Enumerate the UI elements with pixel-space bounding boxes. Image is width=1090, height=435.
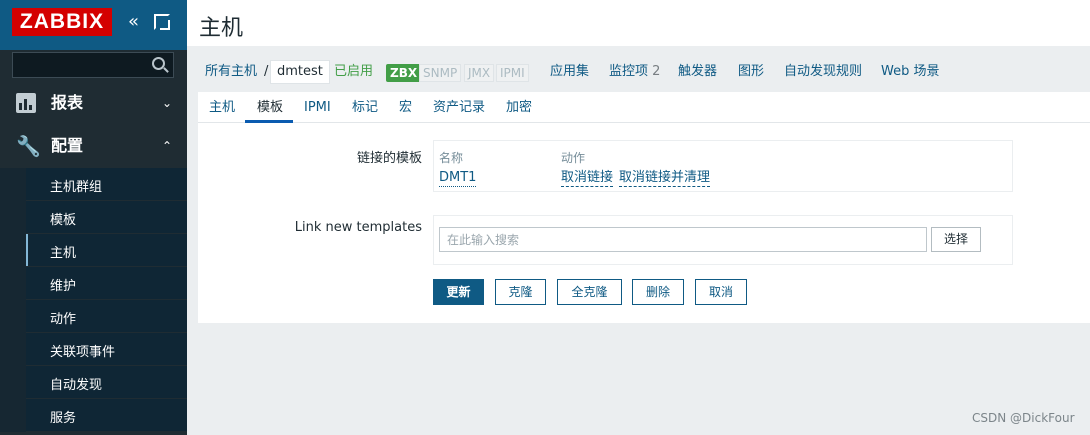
breadcrumb-all-hosts[interactable]: 所有主机	[205, 63, 257, 81]
sidebar-item-label: 关联项事件	[50, 345, 116, 360]
tab-inventory[interactable]: 资产记录	[433, 99, 485, 117]
sidebar-item-services[interactable]: 服务	[0, 399, 187, 432]
column-header-action: 动作	[561, 151, 586, 165]
sidebar-item-label: 动作	[50, 312, 77, 327]
sidebar-item-label: 自动发现	[50, 378, 103, 393]
search-icon[interactable]	[152, 57, 165, 70]
breadcrumb-current-host[interactable]: dmtest	[270, 60, 330, 84]
sidebar-item-event-correlation[interactable]: 关联项事件	[0, 333, 187, 366]
tab-macros[interactable]: 宏	[399, 99, 412, 117]
sidebar-search	[12, 52, 174, 78]
breadcrumb-web-scenarios[interactable]: Web 场景	[881, 63, 939, 81]
tab-host[interactable]: 主机	[209, 99, 235, 117]
sidebar-item-maintenance[interactable]: 维护	[0, 267, 187, 300]
host-tabs: 主机 模板 IPMI 标记 宏 资产记录 加密	[198, 92, 1090, 123]
config-submenu: 主机群组 模板 主机 维护 动作 关联项事件 自动发现 服务	[0, 168, 187, 432]
sidebar: ZABBIX « 报表 ⌄ 🔧 配置 ⌃ 主机群组 模板 主机 维护 动作 关联…	[0, 0, 187, 435]
unlink-and-clear-link[interactable]: 取消链接并清理	[619, 170, 711, 187]
sidebar-item-discovery[interactable]: 自动发现	[0, 366, 187, 399]
ipmi-availability-badge: IPMI	[496, 64, 529, 82]
linked-templates-table: 名称 动作 DMT1 取消链接 取消链接并清理	[433, 140, 1013, 192]
jmx-availability-badge: JMX	[464, 64, 495, 82]
sidebar-item-label: 主机	[50, 246, 77, 261]
tab-tags[interactable]: 标记	[352, 99, 378, 117]
sidebar-item-templates[interactable]: 模板	[0, 201, 187, 234]
wrench-icon: 🔧	[16, 134, 41, 158]
host-status-enabled[interactable]: 已启用	[334, 63, 373, 81]
breadcrumb-applications[interactable]: 应用集	[550, 63, 589, 81]
breadcrumb-items[interactable]: 监控项 2	[609, 63, 660, 81]
linked-template-link[interactable]: DMT1	[439, 170, 477, 187]
page-header: 主机	[187, 0, 1090, 46]
zbx-availability-badge: ZBX	[386, 64, 422, 82]
breadcrumb: 所有主机 / dmtest 已启用 ZBX SNMP JMX IPMI 应用集 …	[198, 54, 1090, 92]
templates-form: 链接的模板 名称 动作 DMT1 取消链接 取消链接并清理 Link new t…	[198, 123, 1090, 323]
menu-section-reports[interactable]: 报表 ⌄	[0, 82, 187, 124]
breadcrumb-triggers[interactable]: 触发器	[678, 63, 717, 81]
breadcrumb-items-count: 2	[652, 64, 661, 79]
column-header-name: 名称	[439, 151, 464, 165]
chevron-up-icon: ⌃	[162, 139, 173, 153]
page-title: 主机	[199, 16, 244, 41]
link-new-templates-box: 选择	[433, 215, 1013, 265]
clone-button[interactable]: 克隆	[495, 279, 546, 305]
select-template-button[interactable]: 选择	[931, 227, 981, 252]
sidebar-item-label: 模板	[50, 213, 77, 228]
menu-section-config[interactable]: 🔧 配置 ⌃	[0, 125, 187, 167]
breadcrumb-items-label: 监控项	[609, 64, 649, 79]
breadcrumb-discovery-rules[interactable]: 自动发现规则	[784, 63, 862, 81]
link-new-templates-label: Link new templates	[294, 220, 422, 235]
logo-row: ZABBIX «	[0, 0, 187, 50]
snmp-availability-badge: SNMP	[419, 64, 462, 82]
sidebar-item-host-groups[interactable]: 主机群组	[0, 168, 187, 201]
sidebar-item-hosts[interactable]: 主机	[0, 234, 187, 267]
delete-button[interactable]: 删除	[632, 279, 684, 305]
chevron-down-icon: ⌄	[162, 96, 173, 110]
menu-section-label: 配置	[51, 136, 84, 155]
breadcrumb-graphs[interactable]: 图形	[738, 63, 764, 81]
sidebar-item-actions[interactable]: 动作	[0, 300, 187, 333]
tab-ipmi[interactable]: IPMI	[304, 99, 331, 117]
unlink-link[interactable]: 取消链接	[561, 170, 614, 187]
menu-section-label: 报表	[51, 93, 84, 112]
collapse-sidebar-icon[interactable]: «	[128, 12, 146, 32]
breadcrumb-separator: /	[264, 64, 269, 79]
tab-encryption[interactable]: 加密	[506, 99, 532, 117]
tab-templates[interactable]: 模板	[257, 99, 283, 117]
full-clone-button[interactable]: 全克隆	[557, 279, 622, 305]
template-search-input[interactable]	[439, 227, 927, 252]
watermark: CSDN @DickFour	[972, 411, 1075, 425]
update-button[interactable]: 更新	[433, 279, 484, 305]
kiosk-mode-icon[interactable]	[154, 14, 170, 30]
zabbix-logo[interactable]: ZABBIX	[12, 8, 112, 36]
sidebar-search-input[interactable]	[13, 53, 148, 77]
linked-templates-label: 链接的模板	[356, 151, 422, 166]
cancel-button[interactable]: 取消	[695, 279, 747, 305]
sidebar-item-label: 服务	[50, 411, 77, 426]
bar-chart-icon	[16, 93, 36, 113]
sidebar-item-label: 主机群组	[50, 180, 103, 195]
sidebar-item-label: 维护	[50, 279, 77, 294]
